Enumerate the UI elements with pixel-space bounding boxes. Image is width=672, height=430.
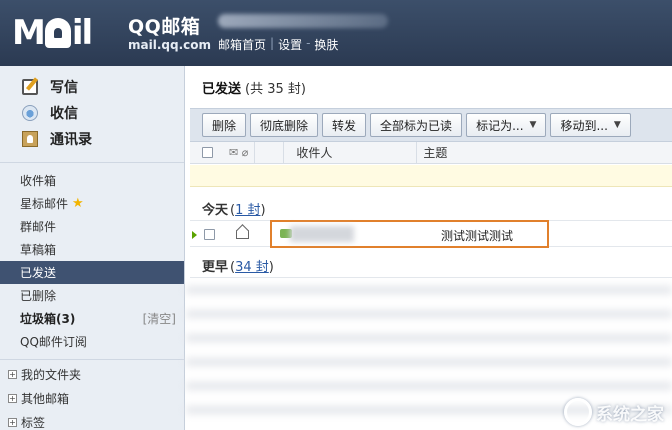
button-label: 转发	[332, 118, 357, 133]
user-account-blurred	[218, 14, 388, 28]
mailbox-home-link[interactable]: 邮箱首页	[218, 36, 266, 53]
group-count[interactable]: (34 封)	[230, 256, 274, 275]
forward-button[interactable]: 转发	[322, 113, 367, 137]
settings-link[interactable]: 设置	[278, 36, 302, 53]
group-count[interactable]: (1 封)	[230, 199, 266, 218]
empty-spam-link[interactable]: [清空]	[143, 310, 176, 327]
folder-label: 已发送	[20, 266, 57, 280]
tree-label: 其他邮箱	[21, 391, 70, 406]
tree-tags[interactable]: + 标签	[0, 410, 184, 430]
tree-label: 我的文件夹	[21, 367, 82, 382]
top-nav: 邮箱首页 | 设置 - 换肤	[218, 36, 338, 53]
group-label: 今天	[202, 203, 229, 218]
paren-close: )	[268, 260, 274, 275]
top-header: Mil QQ邮箱 mail.qq.com 邮箱首页 | 设置 - 换肤	[0, 0, 672, 66]
star-icon: ★	[72, 196, 84, 211]
nav-separator: |	[270, 36, 275, 50]
folder-starred[interactable]: 星标邮件 ★	[0, 192, 184, 215]
brand-name: QQ邮箱	[128, 16, 201, 38]
toolbar: 删除 彻底删除 转发 全部标为已读 标记为... ▼ 移动到... ▼	[190, 108, 672, 142]
mark-as-dropdown[interactable]: 标记为... ▼	[466, 113, 547, 137]
inbox-icon	[22, 105, 38, 121]
watermark-logo-icon	[564, 398, 592, 426]
button-label: 标记为...	[476, 118, 524, 133]
folder-label: QQ邮件订阅	[20, 335, 87, 349]
sidebar: 写信 收信 通讯录 收件箱 星标邮件 ★ 群邮件 草稿箱 已发送 已删除 垃圾箱(…	[0, 66, 185, 430]
bell-logo-icon	[44, 18, 71, 48]
group-today: 今天 (1 封)	[190, 197, 672, 221]
page-title: 已发送	[202, 81, 242, 97]
count-link[interactable]: 34 封	[235, 260, 269, 275]
folder-title-bar: 已发送 (共 35 封)	[186, 66, 672, 108]
delete-button[interactable]: 删除	[202, 113, 247, 137]
caret-down-icon: ▼	[529, 120, 537, 130]
subject-column[interactable]: 主题	[423, 144, 447, 161]
folder-deleted[interactable]: 已删除	[0, 284, 184, 307]
tree-label: 标签	[21, 415, 46, 430]
contacts-button[interactable]: 通讯录	[0, 126, 184, 152]
column-separator	[416, 141, 418, 164]
watermark: 系统之家	[564, 398, 664, 426]
tree-other-mailboxes[interactable]: + 其他邮箱	[0, 386, 184, 410]
mail-checkbox[interactable]	[204, 229, 215, 240]
move-to-dropdown[interactable]: 移动到... ▼	[550, 113, 631, 137]
contacts-icon	[22, 131, 38, 147]
button-label: 全部标为已读	[380, 118, 453, 133]
purge-button[interactable]: 彻底删除	[250, 113, 319, 137]
button-label: 删除	[212, 118, 237, 133]
expand-icon[interactable]: +	[8, 417, 17, 427]
folder-drafts[interactable]: 草稿箱	[0, 238, 184, 261]
sidebar-actions: 写信 收信 通讯录	[0, 66, 184, 163]
mail-count: (共 35 封)	[245, 81, 306, 97]
expand-icon[interactable]: +	[8, 393, 17, 403]
watermark-text: 系统之家	[596, 404, 664, 425]
notice-strip	[190, 165, 672, 187]
select-all-checkbox[interactable]	[202, 147, 213, 158]
button-label: 彻底删除	[260, 118, 309, 133]
column-separator	[283, 141, 285, 164]
brand-domain: mail.qq.com	[128, 38, 211, 52]
group-earlier: 更早 (34 封)	[190, 254, 672, 278]
nav-dash: -	[306, 36, 311, 50]
folder-label: 垃圾箱(3)	[20, 312, 76, 326]
mail-subject[interactable]: 测试测试测试	[441, 227, 513, 244]
folder-inbox[interactable]: 收件箱	[0, 169, 184, 192]
mark-all-read-button[interactable]: 全部标为已读	[370, 113, 463, 137]
sidebar-divider	[0, 359, 184, 360]
receive-label: 收信	[50, 106, 78, 122]
recipient-blurred[interactable]	[290, 226, 354, 242]
folder-label: 群邮件	[20, 220, 57, 234]
read-envelope-icon	[236, 230, 249, 239]
folder-subscriptions[interactable]: QQ邮件订阅	[0, 330, 184, 353]
tree-my-folders[interactable]: + 我的文件夹	[0, 362, 184, 386]
contacts-label: 通讯录	[50, 132, 92, 148]
folder-group-mail[interactable]: 群邮件	[0, 215, 184, 238]
caret-down-icon: ▼	[613, 120, 621, 130]
folder-label: 收件箱	[20, 174, 57, 188]
qq-mail-logo[interactable]: Mil	[12, 14, 124, 52]
compose-button[interactable]: 写信	[0, 74, 184, 100]
compose-label: 写信	[50, 80, 78, 96]
compose-icon	[22, 79, 38, 95]
group-label: 更早	[202, 260, 229, 275]
button-label: 移动到...	[560, 118, 608, 133]
receive-mail-button[interactable]: 收信	[0, 100, 184, 126]
folder-list: 收件箱 星标邮件 ★ 群邮件 草稿箱 已发送 已删除 垃圾箱(3) [清空] QQ邮…	[0, 163, 184, 430]
folder-label: 草稿箱	[20, 243, 57, 257]
folder-sent[interactable]: 已发送	[0, 261, 184, 284]
current-row-arrow-icon	[192, 230, 197, 239]
recipient-column[interactable]: 收件人	[296, 144, 416, 161]
folder-label: 已删除	[20, 289, 57, 303]
column-separator	[254, 141, 256, 164]
change-skin-link[interactable]: 换肤	[314, 36, 338, 53]
folder-spam[interactable]: 垃圾箱(3) [清空]	[0, 307, 184, 330]
folder-label: 星标邮件	[20, 197, 69, 211]
count-link[interactable]: 1 封	[235, 203, 260, 218]
column-header: ✉ ⌀ 收件人 主题	[190, 141, 672, 164]
envelope-attachment-icon: ✉ ⌀	[229, 146, 249, 159]
expand-icon[interactable]: +	[8, 369, 17, 379]
paren-close: )	[260, 203, 266, 218]
